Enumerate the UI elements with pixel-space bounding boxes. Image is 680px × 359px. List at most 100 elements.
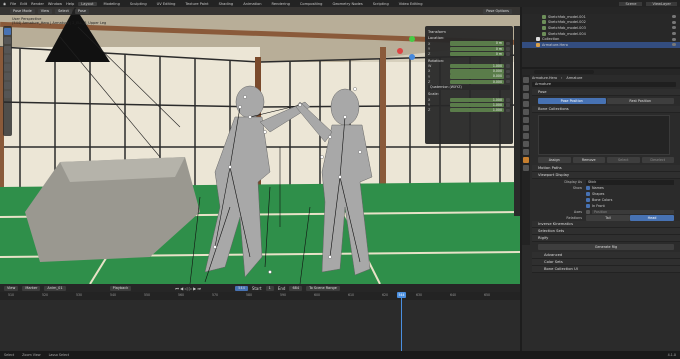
output-tab-icon[interactable] [523,93,529,99]
physics-tab-icon[interactable] [523,141,529,147]
pose-options-button[interactable]: Pose Options [483,8,512,14]
playhead-line[interactable] [401,292,402,351]
tool-tab-icon[interactable] [523,77,529,83]
blender-logo-icon[interactable]: ◉ [3,2,6,6]
view-layer-selector[interactable]: ViewLayer [646,1,677,6]
timeline-menu-view[interactable]: View [4,285,19,291]
axes-position-field[interactable]: Position [592,210,674,214]
lock-icon[interactable] [506,64,510,68]
tail-button[interactable]: Tail [586,215,630,221]
scale-y-field[interactable]: 1.000 [450,102,504,108]
display-as-select[interactable]: Stick [586,179,674,185]
render-tab-icon[interactable] [523,85,529,91]
select-tool-icon[interactable] [4,28,11,35]
color-sets-subpanel-header[interactable]: Color Sets [532,259,680,266]
sidebar-tabs[interactable] [514,26,520,216]
mode-selector[interactable]: Pose Mode [10,8,35,14]
eye-icon[interactable] [672,15,676,19]
checkbox-icon[interactable] [586,186,590,190]
rest-position-button[interactable]: Rest Position [606,98,674,104]
lock-icon[interactable] [506,103,510,107]
pose-position-button[interactable]: Pose Position [538,98,606,104]
remove-button[interactable]: Remove [572,157,605,163]
bone-tab-icon[interactable] [523,165,529,171]
frame-ruler[interactable]: 510 520 530 540 550 560 570 580 590 600 … [0,292,520,300]
rotation-z-field[interactable]: 0.000 [450,79,504,84]
view-layer-tab-icon[interactable] [523,101,529,107]
tab-compositing[interactable]: Compositing [297,2,326,6]
current-frame-field[interactable]: 544 [235,285,248,291]
world-tab-icon[interactable] [523,117,529,123]
deselect-button[interactable]: Deselect [641,157,674,163]
bone-collection-ui-subpanel-header[interactable]: Bone Collection UI [532,266,680,273]
properties-search-input[interactable] [534,70,594,74]
rotation-x-field[interactable]: 0.000 [450,69,504,74]
lock-icon[interactable] [506,98,510,102]
generate-rig-button[interactable]: Generate Rig [538,244,674,250]
rotation-mode-select[interactable]: Quaternion (WXYZ) [428,85,510,91]
viewport-display-panel-header[interactable]: Viewport Display [532,172,680,179]
tab-rendering[interactable]: Rendering [269,2,293,6]
location-y-field[interactable]: 0 m [450,46,504,51]
menu-render[interactable]: Render [31,2,44,6]
checkbox-icon[interactable] [586,210,590,214]
scene-tab-icon[interactable] [523,109,529,115]
rigify-panel-header[interactable]: Rigify [532,235,680,242]
tab-texture-paint[interactable]: Texture Paint [182,2,211,6]
menu-help[interactable]: Help [66,2,74,6]
scene-selector[interactable]: Scene [619,1,643,6]
scene-range-button[interactable]: To Scene Range [306,285,340,291]
tab-uv-editing[interactable]: UV Editing [154,2,179,6]
tab-animation[interactable]: Animation [240,2,264,6]
lock-icon[interactable] [506,108,510,113]
scale-tool-icon[interactable] [4,64,11,71]
playback-controls[interactable]: ⏮ ◀ ◁ ▷ ▶ ⏭ [175,286,201,291]
end-frame-field[interactable]: 684 [289,285,303,291]
move-tool-icon[interactable] [4,46,11,53]
scale-z-field[interactable]: 1.000 [450,108,504,113]
playhead-frame-label[interactable]: 544 [397,292,406,298]
menu-edit[interactable]: Edit [20,2,27,6]
advanced-subpanel-header[interactable]: Advanced [532,252,680,259]
start-frame-field[interactable]: 1 [265,285,274,291]
modifier-tab-icon[interactable] [523,133,529,139]
inverse-kinematics-panel-header[interactable]: Inverse Kinematics [532,221,680,228]
location-x-field[interactable]: 0 m [450,41,504,46]
tab-modeling[interactable]: Modeling [101,2,123,6]
viewport-menu-pose[interactable]: Pose [74,8,89,14]
tab-layout[interactable]: Layout [78,1,97,6]
tab-shading[interactable]: Shading [216,2,237,6]
transform-panel-title[interactable]: Transform [428,30,510,34]
lock-icon[interactable] [506,69,510,74]
head-button[interactable]: Head [630,215,674,221]
viewport-menu-view[interactable]: View [37,8,53,14]
tab-scripting[interactable]: Scripting [370,2,392,6]
playback-menu[interactable]: Playback [109,285,132,291]
cursor-tool-icon[interactable] [4,37,11,44]
menu-file[interactable]: File [10,2,16,6]
eye-icon[interactable] [672,26,676,30]
object-tab-icon[interactable] [523,125,529,131]
tab-sculpting[interactable]: Sculpting [127,2,150,6]
tab-video-editing[interactable]: Video Editing [396,2,426,6]
pose-panel-header[interactable]: Pose [532,89,680,96]
outliner[interactable]: Sketchfab_model.001 Sketchfab_model.002 … [522,7,680,67]
motion-paths-panel-header[interactable]: Motion Paths [532,165,680,172]
eye-icon[interactable] [672,32,676,36]
rotation-w-field[interactable]: 1.000 [450,63,504,69]
lock-icon[interactable] [506,47,510,51]
measure-tool-icon[interactable] [4,91,11,98]
lock-icon[interactable] [506,52,510,56]
tab-geometry-nodes[interactable]: Geometry Nodes [329,2,365,6]
location-z-field[interactable]: 0 m [450,51,504,57]
assign-button[interactable]: Assign [538,157,571,163]
outliner-item[interactable]: Armature.Hero [522,41,680,48]
constraint-tab-icon[interactable] [523,149,529,155]
scale-x-field[interactable]: 1.000 [450,97,504,103]
bone-collections-panel-header[interactable]: Bone Collections [532,106,680,113]
viewport-menu-select[interactable]: Select [55,8,72,14]
eye-icon[interactable] [672,43,676,47]
lock-icon[interactable] [506,74,510,79]
menu-window[interactable]: Window [48,2,62,6]
transform-tool-icon[interactable] [4,73,11,80]
